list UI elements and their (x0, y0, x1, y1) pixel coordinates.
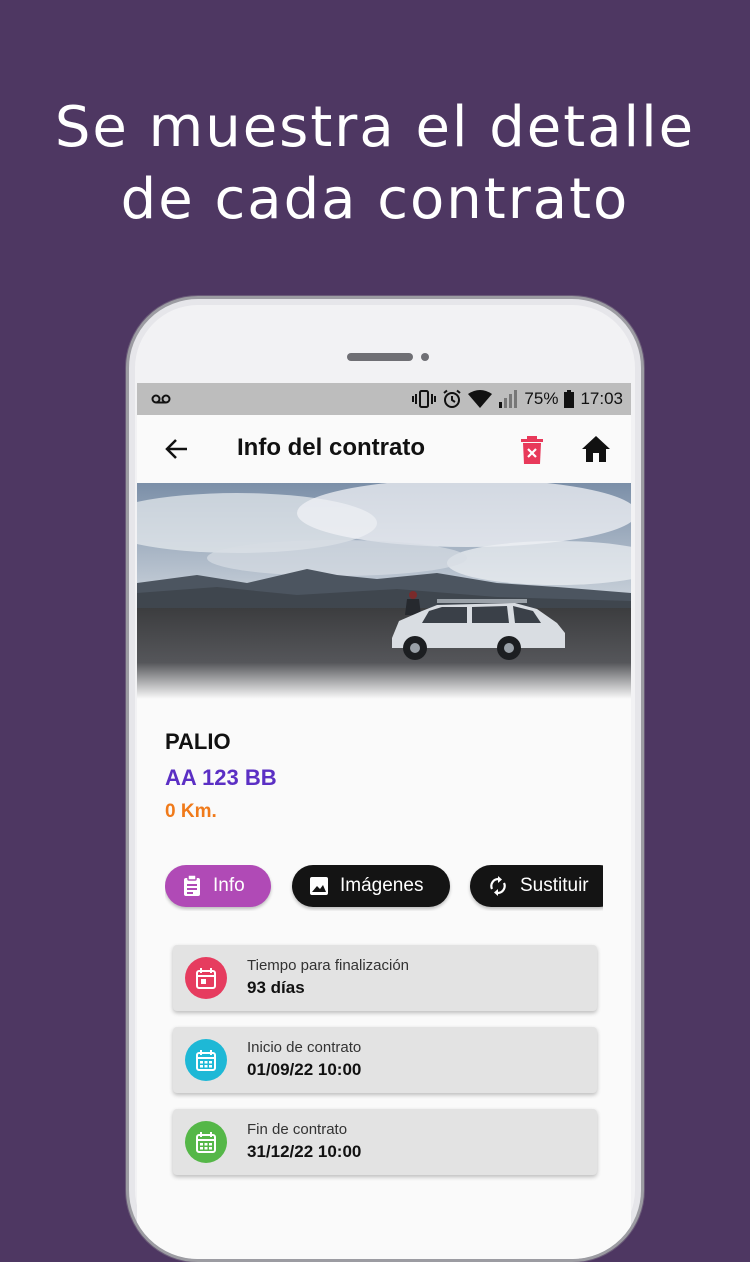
tab-images-label: Imágenes (340, 875, 424, 896)
calendar-icon (196, 1132, 216, 1153)
vibrate-icon (412, 390, 437, 408)
arrow-left-icon[interactable] (163, 435, 191, 463)
card-icon-circle (185, 957, 227, 999)
card-contract-end: Fin de contrato 31/12/22 10:00 (173, 1109, 597, 1175)
tab-replace-label: Sustituir (520, 875, 589, 896)
sync-icon (490, 876, 506, 896)
card-label: Fin de contrato (247, 1121, 348, 1138)
status-time: 17:03 (580, 389, 623, 408)
calendar-icon (196, 1050, 216, 1071)
card-icon-circle (185, 1039, 227, 1081)
calendar-event-icon (196, 968, 216, 989)
trash-icon[interactable] (519, 435, 545, 465)
page-title: Info del contrato (237, 434, 425, 461)
home-icon[interactable] (581, 435, 611, 463)
phone-frame: 75% 17:03 Info del contrato PALIO AA 123… (126, 296, 644, 1262)
voicemail-icon (151, 394, 171, 404)
alarm-icon (443, 389, 462, 408)
vehicle-hero-image (137, 483, 631, 699)
tab-images[interactable]: Imágenes (292, 865, 450, 907)
battery-percent: 75% (524, 389, 559, 408)
tab-info-label: Info (213, 875, 245, 896)
vehicle-km: 0 Km. (165, 801, 217, 822)
phone-speaker (347, 353, 413, 361)
card-icon-circle (185, 1121, 227, 1163)
phone-screen: 75% 17:03 Info del contrato PALIO AA 123… (137, 383, 631, 1259)
status-bar: 75% 17:03 (137, 383, 631, 415)
wifi-icon (468, 390, 493, 408)
vehicle-plate: AA 123 BB (165, 765, 277, 790)
battery-icon (564, 390, 575, 408)
vehicle-summary: PALIO AA 123 BB 0 Km. (137, 699, 631, 823)
headline-line-2: de cada contrato (120, 167, 630, 232)
card-label: Tiempo para finalización (247, 957, 410, 974)
phone-camera (421, 353, 429, 361)
contract-details: Tiempo para finalización 93 días Inicio … (173, 945, 631, 1175)
card-value: 01/09/22 10:00 (247, 1060, 362, 1079)
image-icon (310, 877, 328, 895)
card-time-remaining: Tiempo para finalización 93 días (173, 945, 597, 1011)
clipboard-icon (184, 875, 200, 896)
tab-info[interactable]: Info (165, 865, 271, 907)
vehicle-model: PALIO (165, 729, 231, 754)
card-contract-start: Inicio de contrato 01/09/22 10:00 (173, 1027, 597, 1093)
app-bar: Info del contrato (137, 415, 631, 483)
card-label: Inicio de contrato (247, 1039, 362, 1056)
tab-replace[interactable]: Sustituir (470, 865, 603, 907)
signal-icon (499, 390, 518, 408)
headline: Se muestra el detalle de cada contrato (0, 92, 750, 236)
card-value: 31/12/22 10:00 (247, 1142, 362, 1161)
headline-line-1: Se muestra el detalle (54, 95, 696, 160)
section-tabs: Info Imágenes Sustituir (165, 865, 603, 911)
card-value: 93 días (247, 978, 305, 997)
